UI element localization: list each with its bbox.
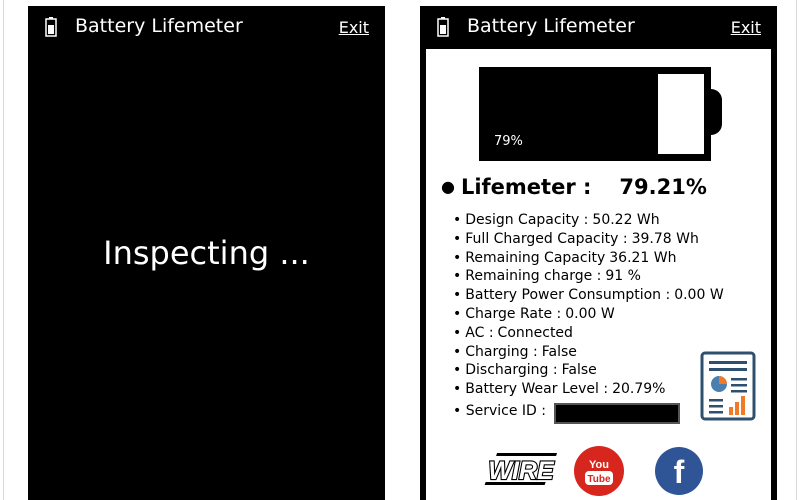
detail-value: 0.00 W xyxy=(674,287,724,304)
report-chart-icon[interactable] xyxy=(700,351,756,421)
detail-label: AC : xyxy=(465,324,494,341)
service-id-field xyxy=(554,403,680,424)
youtube-icon[interactable]: You Tube xyxy=(573,445,625,497)
battery-details-list: • Design Capacity :50.22 Wh • Full Charged… xyxy=(453,211,724,399)
detail-value: 91 % xyxy=(605,268,641,285)
detail-value: 0.00 W xyxy=(565,305,615,322)
youtube-text-top: You xyxy=(589,459,609,471)
detail-value: 39.78 Wh xyxy=(631,230,699,247)
exit-button[interactable]: Exit xyxy=(731,18,761,37)
detail-row: • AC : Connected xyxy=(453,324,573,341)
inspecting-window: Battery Lifemeter Exit Inspecting ... xyxy=(28,6,385,500)
lifemeter-label: Lifemeter : xyxy=(460,175,592,199)
wire-logo-text: WIRE xyxy=(488,457,555,485)
lifemeter-summary: ● Lifemeter : 79.21% xyxy=(441,175,707,199)
battery-level-graphic: 79% xyxy=(479,67,711,161)
battery-percent-label: 79% xyxy=(494,134,523,149)
detail-value: False xyxy=(541,343,577,360)
results-window: Battery Lifemeter Exit 79% ● Lifemeter :7… xyxy=(420,6,777,500)
app-title: Battery Lifemeter xyxy=(75,15,243,37)
facebook-icon[interactable]: f xyxy=(654,446,704,496)
bullet: ● xyxy=(441,177,455,196)
detail-label: Design Capacity : xyxy=(465,212,589,228)
detail-row: • Full Charged Capacity :39.78 Wh xyxy=(453,230,699,247)
detail-label: Charging : xyxy=(465,343,538,360)
detail-row: • Battery Power Consumption :0.00 W xyxy=(453,287,724,304)
service-id-label: Service ID : xyxy=(465,403,546,419)
youtube-text-bottom: Tube xyxy=(587,474,611,485)
facebook-text: f xyxy=(674,454,685,490)
inspecting-status: Inspecting ... xyxy=(103,234,310,272)
right-border xyxy=(796,0,797,500)
detail-label: Full Charged Capacity : xyxy=(465,230,628,247)
battery-icon xyxy=(45,17,57,37)
battery-terminal xyxy=(711,89,722,135)
exit-button[interactable]: Exit xyxy=(339,18,369,37)
detail-row: • Remaining Capacity 36.21 Wh xyxy=(453,249,677,266)
detail-row: • Design Capacity :50.22 Wh xyxy=(453,212,660,228)
service-id-row: • Service ID : xyxy=(453,403,546,419)
detail-row: • Discharging : False xyxy=(453,362,597,379)
detail-label: Charge Rate : xyxy=(465,305,562,322)
detail-value: 20.79% xyxy=(612,381,666,398)
detail-label: Discharging : xyxy=(465,362,558,379)
detail-label: Battery Power Consumption : xyxy=(465,287,671,304)
detail-value: 50.22 Wh xyxy=(592,212,660,228)
detail-row: • Remaining charge :91 % xyxy=(453,268,641,285)
app-title: Battery Lifemeter xyxy=(467,15,635,37)
battery-icon xyxy=(437,17,449,37)
detail-value: Connected xyxy=(497,324,573,341)
detail-row: • Charge Rate :0.00 W xyxy=(453,305,615,322)
title-bar: Battery Lifemeter Exit xyxy=(420,6,777,48)
detail-row: • Charging : False xyxy=(453,343,577,360)
results-panel: 79% ● Lifemeter : 79.21% • Design Capacity … xyxy=(426,49,771,500)
detail-label: Battery Wear Level : xyxy=(465,381,609,398)
detail-value: False xyxy=(561,362,597,379)
detail-label: Remaining charge : xyxy=(465,268,602,285)
detail-value: 36.21 Wh xyxy=(609,249,677,266)
lifemeter-value: 79.21% xyxy=(619,175,707,199)
battery-empty-portion xyxy=(658,74,704,154)
wire-logo-icon[interactable]: WIRE xyxy=(483,447,559,491)
left-border xyxy=(3,0,4,500)
detail-row: • Battery Wear Level :20.79% xyxy=(453,381,666,398)
detail-label: Remaining Capacity xyxy=(465,249,606,266)
title-bar: Battery Lifemeter Exit xyxy=(28,6,385,48)
